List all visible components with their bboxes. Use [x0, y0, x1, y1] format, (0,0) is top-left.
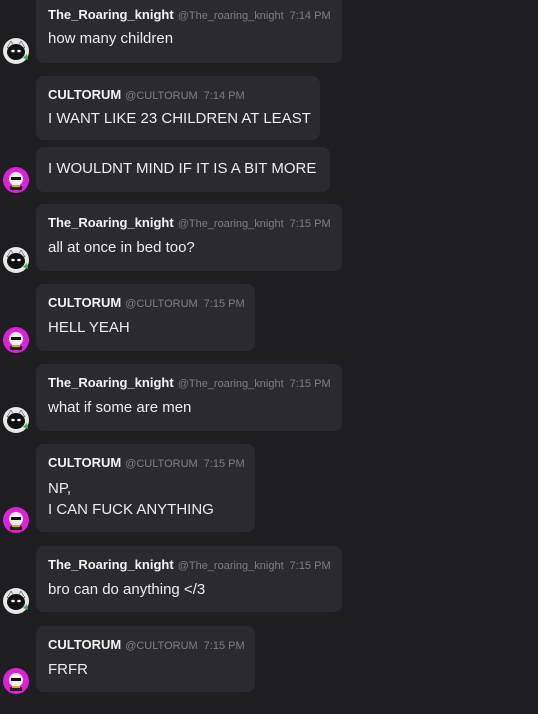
- cultorum-avatar-icon: [3, 507, 29, 533]
- author-name[interactable]: CULTORUM: [48, 455, 121, 470]
- author-handle: @CULTORUM: [125, 90, 198, 102]
- author-name[interactable]: The_Roaring_knight: [48, 215, 174, 230]
- author-handle: @CULTORUM: [125, 298, 198, 310]
- message-bubble: The_Roaring_knight @The_roaring_knight 7:1…: [36, 364, 342, 431]
- author-handle: @The_roaring_knight: [177, 218, 284, 230]
- message-bubble: The_Roaring_knight @The_roaring_knight 7:1…: [36, 204, 342, 271]
- message-bubble: I WOULDNT MIND IF IT IS A BIT MORE: [36, 147, 330, 192]
- message-bubble: The_Roaring_knight @The_roaring_knight 7:1…: [36, 0, 342, 63]
- avatar-cultorum[interactable]: [3, 507, 29, 533]
- timestamp: 7:15 PM: [289, 378, 331, 390]
- message-header: CULTORUM @CULTORUM 7:15 PM: [48, 296, 245, 311]
- cultorum-avatar-icon: [3, 167, 29, 193]
- timestamp: 7:15 PM: [289, 560, 331, 572]
- knight-avatar-icon: [3, 407, 29, 433]
- message-bubble: CULTORUM @CULTORUM 7:15 PM NP, I CAN FUCK …: [36, 444, 255, 532]
- knight-avatar-icon: [3, 247, 29, 273]
- author-handle: @CULTORUM: [125, 640, 198, 652]
- message-header: CULTORUM @CULTORUM 7:14 PM: [48, 88, 245, 103]
- avatar-cultorum[interactable]: [3, 167, 29, 193]
- message-text: all at once in bed too?: [48, 239, 195, 256]
- message-text: I WOULDNT MIND IF IT IS A BIT MORE: [48, 160, 317, 177]
- author-handle: @The_roaring_knight: [177, 10, 284, 22]
- message-text: bro can do anything </3: [48, 581, 206, 598]
- avatar-cultorum[interactable]: [3, 668, 29, 694]
- message-text: HELL YEAH: [48, 319, 130, 336]
- timestamp: 7:15 PM: [203, 298, 245, 310]
- message-text: NP,: [48, 480, 72, 497]
- cultorum-avatar-icon: [3, 668, 29, 694]
- avatar-knight[interactable]: [3, 247, 29, 273]
- avatar-cultorum[interactable]: [3, 327, 29, 353]
- knight-avatar-icon: [3, 38, 29, 64]
- timestamp: 7:15 PM: [203, 640, 245, 652]
- author-name[interactable]: CULTORUM: [48, 295, 121, 310]
- author-handle: @CULTORUM: [125, 458, 198, 470]
- message-text: FRFR: [48, 661, 88, 678]
- message-bubble: CULTORUM @CULTORUM 7:14 PM I WANT LIKE 23 …: [36, 76, 320, 140]
- author-handle: @The_roaring_knight: [177, 378, 284, 390]
- author-name[interactable]: The_Roaring_knight: [48, 557, 174, 572]
- author-handle: @The_roaring_knight: [177, 560, 284, 572]
- avatar-knight[interactable]: [3, 588, 29, 614]
- author-name[interactable]: CULTORUM: [48, 637, 121, 652]
- message-text: I WANT LIKE 23 CHILDREN AT LEAST: [48, 110, 311, 127]
- author-name[interactable]: The_Roaring_knight: [48, 7, 174, 22]
- message-text: I CAN FUCK ANYTHING: [48, 501, 214, 518]
- avatar-knight[interactable]: [3, 407, 29, 433]
- message-header: The_Roaring_knight @The_roaring_knight 7:1…: [48, 216, 331, 231]
- message-bubble: The_Roaring_knight @The_roaring_knight 7:1…: [36, 546, 342, 612]
- cultorum-avatar-icon: [3, 327, 29, 353]
- message-text: how many children: [48, 30, 174, 47]
- message-header: CULTORUM @CULTORUM 7:15 PM: [48, 456, 245, 471]
- message-bubble: CULTORUM @CULTORUM 7:15 PM HELL YEAH: [36, 284, 255, 351]
- author-name[interactable]: The_Roaring_knight: [48, 375, 174, 390]
- avatar-knight[interactable]: [3, 38, 29, 64]
- message-header: CULTORUM @CULTORUM 7:15 PM: [48, 638, 245, 653]
- message-header: The_Roaring_knight @The_roaring_knight 7:1…: [48, 376, 331, 391]
- author-name[interactable]: CULTORUM: [48, 87, 121, 102]
- message-text: what if some are men: [48, 399, 192, 416]
- timestamp: 7:14 PM: [289, 10, 331, 22]
- message-header: The_Roaring_knight @The_roaring_knight 7:1…: [48, 558, 331, 573]
- timestamp: 7:14 PM: [203, 90, 245, 102]
- timestamp: 7:15 PM: [203, 458, 245, 470]
- message-header: The_Roaring_knight @The_roaring_knight 7:1…: [48, 8, 331, 23]
- message-bubble: CULTORUM @CULTORUM 7:15 PM FRFR: [36, 626, 255, 692]
- knight-avatar-icon: [3, 588, 29, 614]
- timestamp: 7:15 PM: [289, 218, 331, 230]
